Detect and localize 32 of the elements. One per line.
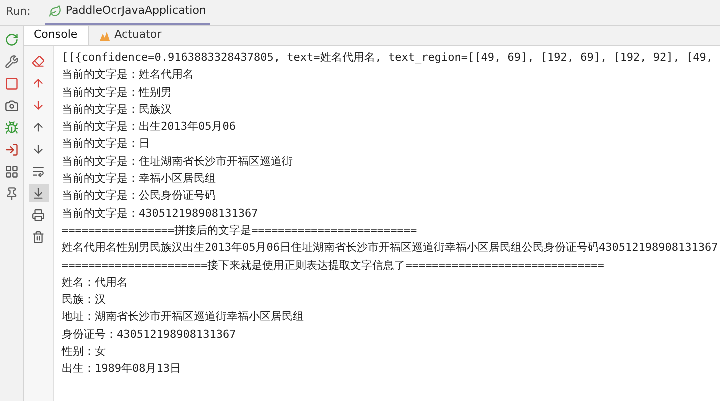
bug-icon[interactable]	[4, 120, 20, 136]
exit-icon[interactable]	[4, 142, 20, 158]
console-line: 姓名代用名性别男民族汉出生2013年05月06日住址湖南省长沙市开福区巡道街幸福小区居民组公民身份证号码430512198908131367	[62, 240, 718, 256]
console-line: [[{confidence=0.9163883328437805, text=姓名代用名, text_region=[[49, 69], [192, 69], [192, 92], [49,	[62, 50, 714, 66]
stop-icon[interactable]	[4, 76, 20, 92]
layout-icon[interactable]	[4, 164, 20, 180]
console-line: 出生：1989年08月13日	[62, 361, 181, 378]
wrench-icon[interactable]	[4, 54, 20, 70]
console-line: 性别：女	[62, 344, 106, 360]
console-line: 当前的文字是：性别男	[62, 84, 172, 101]
console-line: 地址：湖南省长沙市开福区巡道街幸福小区居民组	[62, 309, 304, 326]
console-line: 当前的文字是：430512198908131367	[62, 206, 258, 222]
console-tab[interactable]: Actuator	[88, 26, 172, 45]
console-line: 当前的文字是：住址湖南省长沙市开福区巡道街	[62, 154, 293, 170]
console-line: =================拼接后的文字是=========================	[62, 222, 418, 239]
run-label: Run:	[6, 4, 31, 20]
leaf-icon	[48, 5, 62, 18]
console-line: 当前的文字是：幸福小区居民组	[62, 171, 216, 188]
console-line: 当前的文字是：日	[62, 136, 150, 152]
actuator-icon	[98, 30, 111, 42]
console-line: 当前的文字是：出生2013年05月06	[62, 119, 236, 136]
console-line: 当前的文字是：民族汉	[62, 102, 172, 118]
console-line: 身份证号：430512198908131367	[62, 326, 236, 343]
camera-icon[interactable]	[4, 98, 20, 114]
console-line: 姓名：代用名	[62, 274, 128, 291]
console-tab[interactable]: Console	[24, 26, 89, 45]
console-line: ======================接下来就是使用正则表达提取文字信息了==============================	[62, 258, 604, 274]
console-line: 当前的文字是：公民身份证号码	[62, 188, 216, 204]
rerun-icon[interactable]	[4, 32, 20, 48]
console-line: 当前的文字是：姓名代用名	[62, 67, 194, 84]
scroll-to-end-icon[interactable]	[28, 184, 48, 202]
console-line: 民族：汉	[62, 292, 106, 308]
